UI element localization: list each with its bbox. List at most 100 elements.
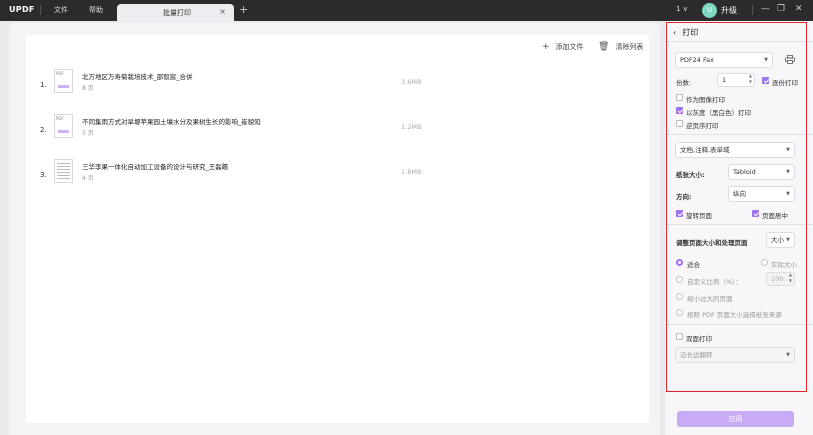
plus-icon: + <box>542 42 550 52</box>
trash-icon: 🗑 <box>598 42 610 52</box>
chevron-down-icon: ∨ <box>682 5 688 13</box>
pdf-thumb-label: PDF <box>56 116 64 121</box>
paper-by-pdf-label: 按照 PDF 页面大小选择纸张来源 <box>687 311 782 319</box>
pdf-thumbnail: PDF <box>54 114 73 138</box>
printer-select[interactable]: PDF24 Fax ▼ <box>675 52 773 68</box>
file-size: 1.8MB <box>401 168 422 176</box>
file-pages: 5 页 <box>82 130 94 137</box>
clear-list-button[interactable]: 🗑 清除列表 <box>598 42 643 52</box>
pdf-thumbnail: PDF <box>54 69 73 93</box>
page-indicator[interactable]: 1 ∨ <box>676 5 688 13</box>
chevron-down-icon: ▼ <box>786 147 790 153</box>
chevron-down-icon: ▼ <box>786 191 790 197</box>
file-index: 3. <box>40 171 47 179</box>
flip-edge-value: 沿长边翻转 <box>680 351 713 359</box>
close-icon[interactable]: ✕ <box>795 4 803 14</box>
content-select[interactable]: 文档,注释,表单域 ▼ <box>675 142 795 158</box>
divider <box>665 224 813 225</box>
add-file-button[interactable]: + 添加文件 <box>542 42 584 52</box>
print-as-image-checkbox[interactable] <box>676 94 683 101</box>
menu-file[interactable]: 文件 <box>54 5 68 15</box>
add-file-label: 添加文件 <box>555 43 584 51</box>
chevron-down-icon: ▼ <box>764 57 768 63</box>
stepper-icon[interactable]: ▲ ▼ <box>749 73 752 85</box>
paper-size-select[interactable]: Tabloid ▼ <box>728 164 795 180</box>
file-name: 北方地区万寿菊栽培技术_邵智宸_合併 <box>82 73 193 81</box>
app-logo: UPDF <box>9 5 35 14</box>
reverse-order-checkbox[interactable] <box>676 120 683 127</box>
apply-button[interactable]: 应用 <box>677 411 794 427</box>
paper-by-pdf-radio[interactable] <box>676 309 683 316</box>
duplex-checkbox[interactable] <box>676 333 683 340</box>
tab-label: 批量打印 <box>163 9 191 17</box>
center-page-checkbox[interactable] <box>752 210 759 217</box>
file-pages: 4 页 <box>82 175 94 182</box>
auto-rotate-label: 旋转页面 <box>686 212 712 220</box>
new-tab-icon[interactable]: + <box>239 3 248 16</box>
title-separator <box>752 5 753 15</box>
orientation-label: 方向: <box>676 193 692 201</box>
shrink-radio[interactable] <box>676 293 683 300</box>
grayscale-label: 以灰度（黑白色）打印 <box>686 109 751 117</box>
duplex-label: 双面打印 <box>686 335 712 343</box>
auto-rotate-checkbox[interactable] <box>676 210 683 217</box>
print-panel: ‹ 打印 PDF24 Fax ▼ 份数: 1 ▲ ▼ 逐份打印 作为图像打印 以灰度（黑… <box>665 21 813 435</box>
paper-size-value: Tabloid <box>733 168 756 176</box>
minimize-icon[interactable]: — <box>761 4 770 14</box>
collate-label: 逐份打印 <box>772 79 798 87</box>
custom-scale-radio[interactable] <box>676 276 683 283</box>
upgrade-label: 升级 <box>721 6 737 15</box>
grayscale-checkbox[interactable] <box>676 107 683 114</box>
actual-size-radio[interactable] <box>761 259 768 266</box>
main-area: + 添加文件 🗑 清除列表 1. PDF 北方地区万寿菊栽培技术_邵智宸_合併 8 … <box>9 23 660 435</box>
divider <box>665 134 813 135</box>
file-name: 三华李果一体化自动加工设备的设计与研究_王磊瞻 <box>82 163 229 171</box>
scaling-mode-value: 大小 <box>771 236 784 244</box>
collate-checkbox[interactable] <box>762 77 769 84</box>
custom-scale-label: 自定义比例（%）： <box>687 278 742 286</box>
file-pages: 8 页 <box>82 85 94 92</box>
page-indicator-value: 1 <box>676 5 681 13</box>
back-icon[interactable]: ‹ <box>673 28 676 37</box>
tab-close-icon[interactable]: × <box>219 7 226 16</box>
custom-scale-input[interactable]: 100 ▲ ▼ <box>766 272 795 286</box>
custom-scale-value: 100 <box>771 275 784 283</box>
shrink-label: 缩小过大的页面 <box>687 295 733 303</box>
file-row[interactable]: 3. 三华李果一体化自动加工设备的设计与研究_王磊瞻 4 页 1.8MB <box>26 157 649 191</box>
tab-batch-print[interactable]: 批量打印 × <box>117 4 234 21</box>
orientation-value: 纵向 <box>733 190 746 198</box>
stepper-icon[interactable]: ▲ ▼ <box>789 272 792 284</box>
file-list-card: + 添加文件 🗑 清除列表 1. PDF 北方地区万寿菊栽培技术_邵智宸_合併 8 … <box>26 35 649 423</box>
avatar[interactable]: U <box>702 3 717 18</box>
restore-icon[interactable]: ❐ <box>777 4 785 14</box>
printer-icon[interactable] <box>785 55 795 64</box>
title-separator <box>40 5 41 15</box>
fit-radio[interactable] <box>676 259 683 266</box>
fit-label: 适合 <box>687 261 700 269</box>
divider <box>665 41 813 42</box>
actual-size-label: 实际大小 <box>771 261 797 269</box>
file-index: 1. <box>40 81 47 89</box>
copies-input[interactable]: 1 ▲ ▼ <box>717 73 755 87</box>
file-size: 3.6MB <box>401 78 422 86</box>
copies-value: 1 <box>722 76 727 84</box>
file-row[interactable]: 1. PDF 北方地区万寿菊栽培技术_邵智宸_合併 8 页 3.6MB <box>26 67 649 101</box>
file-index: 2. <box>40 126 47 134</box>
paper-size-label: 纸张大小: <box>676 171 705 179</box>
panel-title-text: 打印 <box>682 28 699 37</box>
content-value: 文档,注释,表单域 <box>680 146 730 154</box>
flip-edge-select[interactable]: 沿长边翻转 ▼ <box>675 347 795 363</box>
pdf-thumb-label: PDF <box>56 71 64 76</box>
scaling-mode-select[interactable]: 大小 ▼ <box>766 232 795 248</box>
file-row[interactable]: 2. PDF 不同集雨方式对旱塬苹果园土壤水分及果树生长的影响_崔貌陷 5 页 … <box>26 112 649 146</box>
document-thumbnail <box>54 159 73 183</box>
clear-list-label: 清除列表 <box>615 43 644 51</box>
printer-value: PDF24 Fax <box>680 56 714 64</box>
file-size: 1.2MB <box>401 123 422 131</box>
panel-title: ‹ 打印 <box>673 27 698 38</box>
copies-label: 份数: <box>676 79 692 87</box>
orientation-select[interactable]: 纵向 ▼ <box>728 186 795 202</box>
title-bar: UPDF 文件 帮助 批量打印 × + 1 ∨ U 升级 — ❐ ✕ <box>0 0 813 21</box>
reverse-order-label: 逆页序打印 <box>686 122 719 130</box>
menu-help[interactable]: 帮助 <box>89 5 103 15</box>
